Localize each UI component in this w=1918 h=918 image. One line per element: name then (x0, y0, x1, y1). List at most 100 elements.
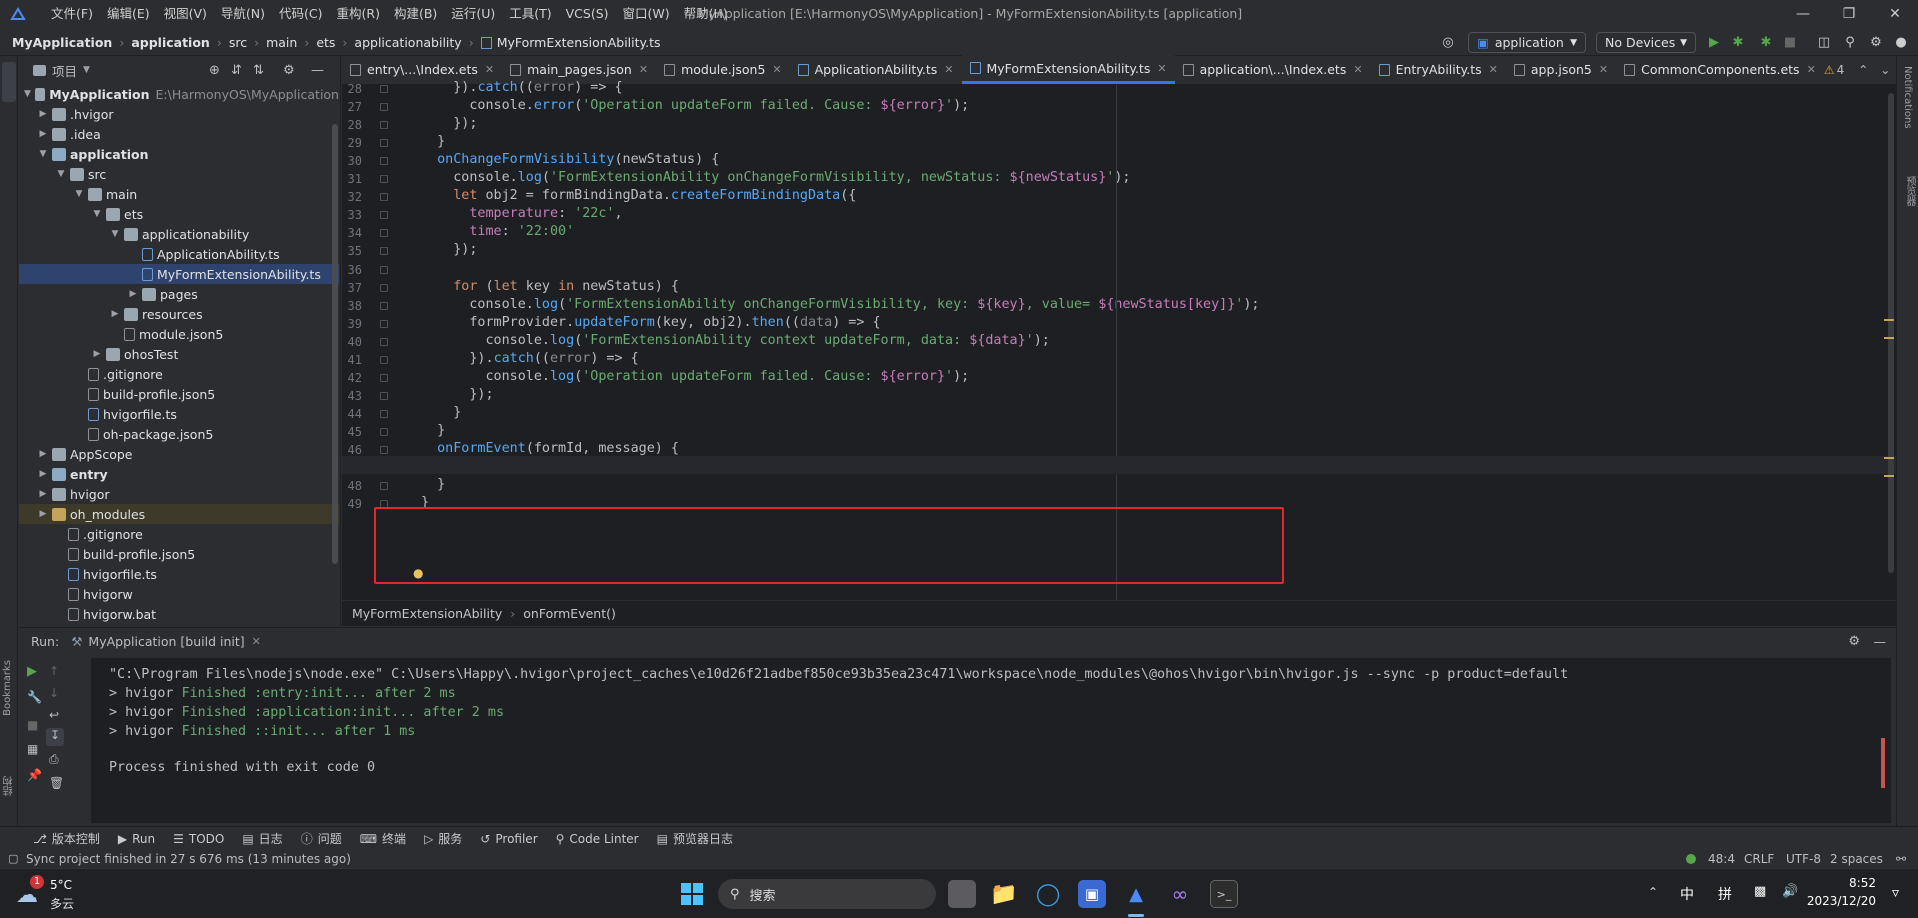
bookmarks-tool-button[interactable]: Bookmarks (2, 660, 13, 716)
network-icon[interactable]: ▩ (1754, 884, 1766, 899)
ime-mode[interactable]: 中 (1680, 884, 1694, 904)
file-encoding[interactable]: UTF-8 (1786, 852, 1821, 866)
close-icon[interactable]: ✕ (1353, 63, 1362, 76)
run-console[interactable]: "C:\Program Files\nodejs\node.exe" C:\Us… (91, 658, 1891, 823)
restore-button[interactable]: ❐ (1826, 0, 1872, 28)
fold-marker[interactable] (380, 301, 388, 310)
ime-pinyin[interactable]: 拼 (1718, 884, 1732, 904)
fold-marker[interactable] (380, 283, 388, 292)
project-structure-icon[interactable]: ◫ (1816, 34, 1832, 50)
hide-icon[interactable]: — (311, 63, 324, 78)
tree-item[interactable]: ▶ .hvigor (19, 104, 339, 124)
rerun-icon[interactable]: ▶ (27, 664, 37, 679)
tree-item-selected[interactable]: MyFormExtensionAbility.ts (19, 264, 339, 284)
caret-position[interactable]: 48:4 (1708, 852, 1735, 866)
scroll-to-end-icon[interactable]: ↧ (46, 728, 64, 746)
tree-item[interactable]: ▼ ets (19, 204, 339, 224)
taskbar-search-box[interactable]: ⚲ 搜索 (718, 879, 936, 909)
tab-app-json5[interactable]: app.json5 ✕ (1506, 55, 1616, 84)
structure-tool-button[interactable]: 结构 (2, 776, 17, 796)
tree-item[interactable]: ▶ .idea (19, 124, 339, 144)
down-arrow-icon[interactable]: ↓ (49, 686, 59, 700)
fold-marker[interactable] (380, 482, 388, 491)
crumb-applicationability[interactable]: applicationability (354, 35, 461, 50)
deveco-studio-icon[interactable]: ▲ (1122, 880, 1150, 908)
search-icon[interactable]: ⚲ (1842, 34, 1858, 50)
tree-item[interactable]: .gitignore (19, 524, 339, 544)
stop-icon[interactable]: ■ (27, 718, 38, 732)
close-icon[interactable]: ✕ (1157, 62, 1166, 75)
volume-icon[interactable]: 🔊 (1782, 884, 1798, 899)
tool-code-linter[interactable]: ⚲ Code Linter (547, 832, 648, 846)
visual-studio-icon[interactable]: ∞ (1166, 880, 1194, 908)
fold-marker[interactable] (380, 427, 388, 436)
fold-marker[interactable] (380, 319, 388, 328)
tree-item[interactable]: ▶ hvigor (19, 484, 339, 504)
attach-debugger-icon[interactable]: ✱ (1758, 34, 1774, 50)
clock-time[interactable]: 8:52 (1812, 876, 1876, 890)
tree-item[interactable]: build-profile.json5 (19, 544, 339, 564)
menu-file[interactable]: 文件(F) (44, 0, 100, 28)
close-icon[interactable]: ✕ (485, 63, 494, 76)
menu-refactor[interactable]: 重构(R) (330, 0, 387, 28)
run-config-select[interactable]: ▣ application ▼ (1468, 32, 1586, 53)
menu-navigate[interactable]: 导航(N) (214, 0, 272, 28)
status-ok-icon[interactable] (1686, 854, 1696, 864)
crumb-class[interactable]: MyFormExtensionAbility (352, 606, 502, 621)
tab-my-form-extension-ability[interactable]: MyFormExtensionAbility.ts ✕ (961, 55, 1175, 84)
editor-scrollbar[interactable] (1888, 93, 1894, 573)
device-select[interactable]: No Devices ▼ (1596, 32, 1696, 53)
wrench-icon[interactable]: 🔧 (27, 690, 42, 704)
crumb-main[interactable]: main (266, 35, 297, 50)
notification-bell-icon[interactable]: ▿ (1892, 885, 1899, 901)
gear-icon[interactable]: ⚙ (283, 63, 295, 78)
project-panel-title[interactable]: 项目 (52, 61, 77, 80)
pin-icon[interactable]: 📌 (27, 768, 42, 782)
tool-todo[interactable]: ☰ TODO (164, 832, 233, 846)
tree-item[interactable]: ApplicationAbility.ts (19, 244, 339, 264)
windows-start-icon[interactable] (678, 880, 706, 908)
tool-vcs[interactable]: ⎇ 版本控制 (24, 830, 109, 847)
hide-icon[interactable]: — (1874, 634, 1887, 649)
tree-scrollbar[interactable] (332, 124, 338, 564)
tab-module-json5[interactable]: module.json5 ✕ (656, 55, 790, 84)
tab-entry-ability[interactable]: EntryAbility.ts ✕ (1371, 55, 1506, 84)
tree-item[interactable]: ▶ entry (19, 464, 339, 484)
close-icon[interactable]: ✕ (772, 63, 781, 76)
tool-run[interactable]: ▶ Run (109, 832, 164, 846)
tree-item[interactable]: ▼ src (19, 164, 339, 184)
harmony-icon[interactable]: ● (1893, 34, 1909, 50)
fold-marker[interactable] (380, 211, 388, 220)
close-icon[interactable]: ✕ (1489, 63, 1498, 76)
terminal-icon[interactable]: >_ (1210, 880, 1238, 908)
layout-icon[interactable]: ▦ (27, 742, 38, 756)
fold-marker[interactable] (380, 337, 388, 346)
fold-marker[interactable] (380, 157, 388, 166)
fold-marker[interactable] (380, 373, 388, 382)
previewer-tool-button[interactable]: 预览器 (1902, 176, 1917, 206)
tree-item[interactable]: oh-package.json5 (19, 424, 339, 444)
tool-problems[interactable]: ⓘ 问题 (292, 830, 351, 847)
menu-run[interactable]: 运行(U) (444, 0, 502, 28)
tree-item[interactable]: ▶ resources (19, 304, 339, 324)
menu-vcs[interactable]: VCS(S) (559, 0, 616, 28)
fold-marker[interactable] (380, 103, 388, 112)
fold-marker[interactable] (380, 229, 388, 238)
edge-browser-icon[interactable]: ◯ (1034, 880, 1062, 908)
fold-marker[interactable] (380, 121, 388, 130)
tree-item[interactable]: module.json5 (19, 324, 339, 344)
menu-edit[interactable]: 编辑(E) (100, 0, 157, 28)
tool-terminal[interactable]: ⌨ 终端 (351, 830, 415, 847)
tool-services[interactable]: ▷ 服务 (415, 830, 471, 847)
chevron-down-icon[interactable]: ▼ (83, 65, 90, 75)
tree-item[interactable]: hvigorfile.ts (19, 404, 339, 424)
menu-build[interactable]: 构建(B) (387, 0, 444, 28)
store-icon[interactable]: ▣ (1078, 880, 1106, 908)
close-icon[interactable]: ✕ (1807, 63, 1816, 76)
tree-root[interactable]: ▼ MyApplication E:\HarmonyOS\MyApplication (19, 84, 339, 104)
menu-view[interactable]: 视图(V) (157, 0, 214, 28)
fold-marker[interactable] (380, 355, 388, 364)
close-icon[interactable]: ✕ (944, 63, 953, 76)
crumb-project[interactable]: MyApplication (12, 35, 112, 50)
tree-item[interactable]: .gitignore (19, 364, 339, 384)
